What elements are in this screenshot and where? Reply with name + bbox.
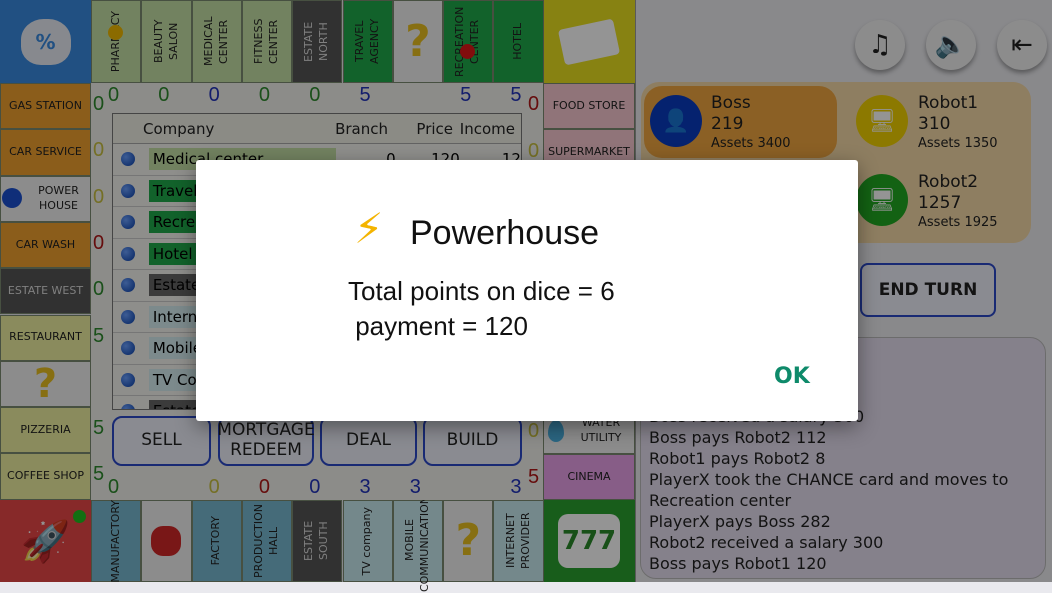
ok-button[interactable]: OK (762, 360, 822, 393)
dialog-title: Powerhouse (410, 214, 600, 252)
powerhouse-dialog: ⚡ Powerhouse Total points on dice = 6 pa… (196, 160, 858, 421)
lightning-icon: ⚡ (354, 204, 384, 253)
dialog-line-payment: payment = 120 (348, 311, 528, 341)
dialog-line-dice: Total points on dice = 6 (348, 276, 615, 306)
